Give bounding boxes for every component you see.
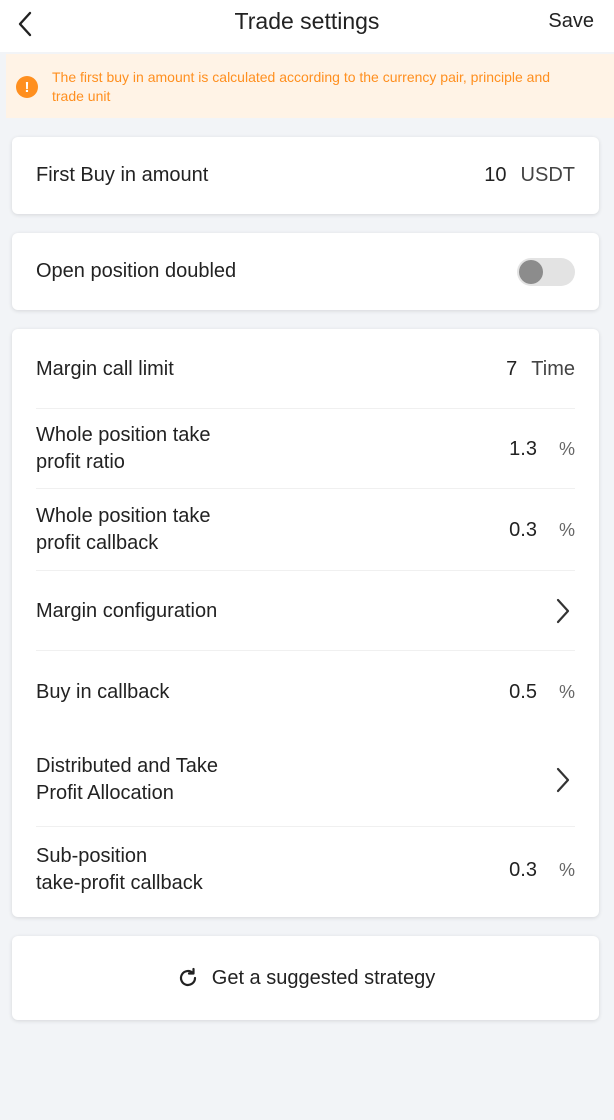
label-line: take-profit callback xyxy=(36,872,203,894)
open-position-toggle[interactable] xyxy=(517,257,575,286)
suggested-strategy-button[interactable]: Get a suggested strategy xyxy=(12,936,599,1020)
open-position-row: Open position doubled xyxy=(12,233,599,310)
margin-config-label: Margin configuration xyxy=(36,599,218,622)
first-buy-row[interactable]: First Buy in amount 10 USDT xyxy=(12,137,599,214)
chevron-right-icon[interactable] xyxy=(551,765,575,795)
open-position-label: Open position doubled xyxy=(36,260,237,282)
margin-call-limit-value[interactable]: 7 xyxy=(506,358,517,381)
suggest-content: Get a suggested strategy xyxy=(176,966,435,990)
margin-call-limit-label: Margin call limit xyxy=(36,357,174,380)
whole-tp-ratio-value[interactable]: 1.3 xyxy=(509,438,537,461)
sub-position-callback-row[interactable]: Sub-position take-profit callback 0.3 % xyxy=(12,827,599,913)
toggle-knob xyxy=(519,259,543,284)
label-line: Distributed and Take xyxy=(36,755,218,777)
whole-tp-callback-row[interactable]: Whole position take profit callback 0.3 … xyxy=(12,489,599,571)
whole-tp-callback-label: Whole position take profit callback xyxy=(36,503,509,557)
app-header: Trade settings Save xyxy=(0,0,614,52)
distributed-tp-row[interactable]: Distributed and Take Profit Allocation xyxy=(12,733,599,827)
label-line: Whole position take xyxy=(36,505,211,527)
open-position-card: Open position doubled xyxy=(12,233,599,310)
first-buy-label: First Buy in amount xyxy=(36,164,209,186)
margin-call-limit-row[interactable]: Margin call limit 7 Time xyxy=(12,329,599,409)
first-buy-value[interactable]: 10 xyxy=(484,164,506,187)
first-buy-card: First Buy in amount 10 USDT xyxy=(12,137,599,214)
settings-card: Margin call limit 7 Time Whole position … xyxy=(12,329,599,917)
margin-config-row[interactable]: Margin configuration xyxy=(12,571,599,651)
buy-in-callback-row[interactable]: Buy in callback 0.5 % xyxy=(12,651,599,733)
whole-tp-ratio-row[interactable]: Whole position take profit ratio 1.3 % xyxy=(12,409,599,489)
percent-unit: % xyxy=(558,859,575,880)
percent-unit: % xyxy=(558,519,575,540)
sub-position-callback-label: Sub-position take-profit callback xyxy=(36,843,509,897)
notice-banner: ! The first buy in amount is calculated … xyxy=(6,54,614,118)
warning-icon: ! xyxy=(16,76,38,98)
buy-in-callback-value[interactable]: 0.5 xyxy=(509,681,537,704)
save-button[interactable]: Save xyxy=(548,10,594,33)
label-line: Whole position take xyxy=(36,424,211,446)
refresh-icon xyxy=(179,967,196,987)
label-line: Sub-position xyxy=(36,845,148,867)
percent-unit: % xyxy=(558,438,575,459)
percent-unit: % xyxy=(558,681,575,702)
whole-tp-callback-value[interactable]: 0.3 xyxy=(509,519,537,542)
label-line: Profit Allocation xyxy=(36,782,174,804)
suggest-label: Get a suggested strategy xyxy=(211,966,436,989)
margin-call-limit-unit: Time xyxy=(531,357,575,380)
notice-text: The first buy in amount is calculated ac… xyxy=(52,69,551,104)
chevron-right-icon[interactable] xyxy=(551,596,575,626)
label-line: profit ratio xyxy=(36,451,125,473)
page-title: Trade settings xyxy=(234,8,380,34)
sub-position-callback-value[interactable]: 0.3 xyxy=(509,859,537,882)
distributed-tp-label: Distributed and Take Profit Allocation xyxy=(36,753,551,807)
label-line: profit callback xyxy=(36,532,159,554)
buy-in-callback-label: Buy in callback xyxy=(36,680,170,703)
first-buy-unit: USDT xyxy=(520,164,575,186)
whole-tp-ratio-label: Whole position take profit ratio xyxy=(36,422,509,476)
